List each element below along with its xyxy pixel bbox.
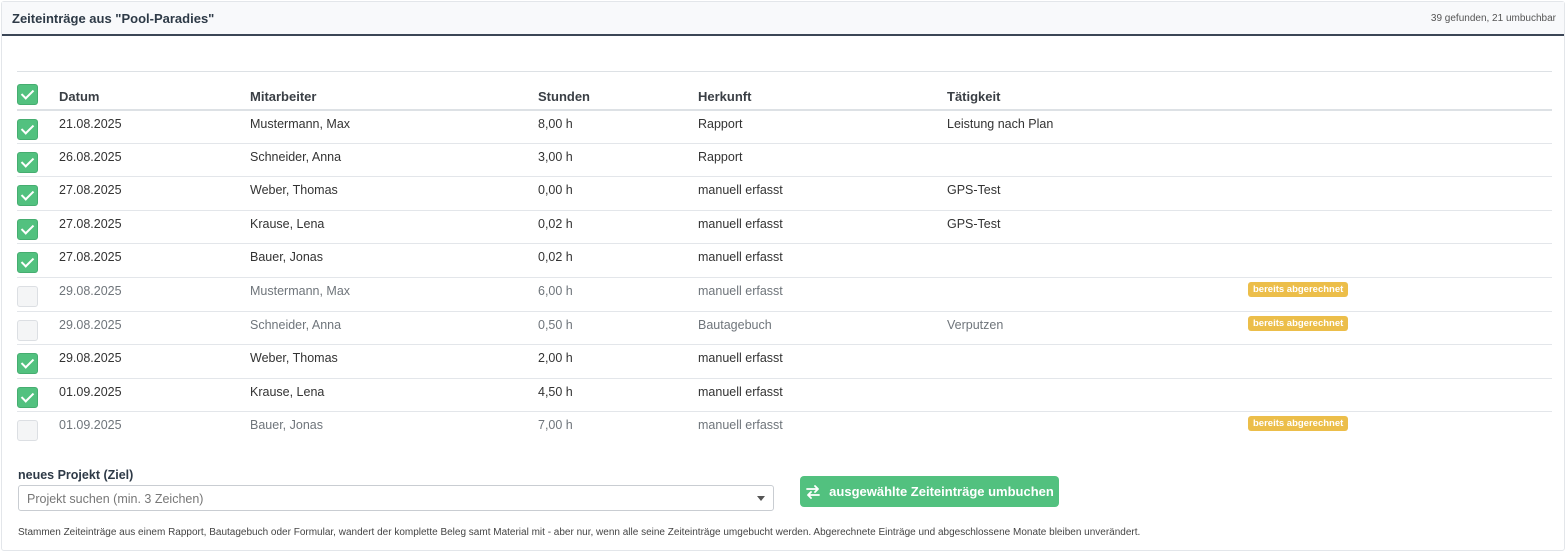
row-checkbox[interactable]	[17, 185, 38, 207]
cell-mitarbeiter: Bauer, Jonas	[250, 250, 323, 265]
table-row[interactable]: 29.08.2025 Mustermann, Max 6,00 h manuell e…	[17, 277, 1552, 312]
column-header-mitarbeiter[interactable]: Mitarbeiter	[250, 72, 538, 110]
cell-mitarbeiter: Schneider, Anna	[250, 149, 342, 164]
cell-stunden: 3,00 h	[538, 149, 573, 164]
row-checkbox	[17, 420, 38, 442]
cell-stunden: 7,00 h	[538, 418, 573, 433]
row-checkbox[interactable]	[17, 386, 38, 408]
column-header-herkunft[interactable]: Herkunft	[698, 72, 947, 110]
cell-datum: 29.08.2025	[59, 317, 122, 332]
cell-datum: 27.08.2025	[59, 216, 122, 231]
table-body: 21.08.2025 Mustermann, Max 8,00 h Rapport Le…	[17, 110, 1552, 446]
table-row[interactable]: 26.08.2025 Schneider, Anna 3,00 h Rapport	[17, 143, 1552, 177]
cell-herkunft: manuell erfasst	[698, 250, 783, 265]
cell-mitarbeiter: Weber, Thomas	[250, 351, 338, 366]
cell-mitarbeiter: Weber, Thomas	[250, 183, 338, 198]
cell-taetigkeit	[947, 378, 1248, 412]
row-checkbox[interactable]	[17, 118, 38, 140]
cell-herkunft: manuell erfasst	[698, 418, 783, 433]
cell-herkunft: manuell erfasst	[698, 283, 783, 298]
table-row[interactable]: 01.09.2025 Krause, Lena 4,50 h manuell erfa…	[17, 378, 1552, 412]
cell-taetigkeit	[947, 412, 1248, 446]
table-row[interactable]: 27.08.2025 Krause, Lena 0,02 h manuell erfa…	[17, 210, 1552, 244]
cell-mitarbeiter: Krause, Lena	[250, 384, 325, 399]
table-row[interactable]: 01.09.2025 Bauer, Jonas 7,00 h manuell erfa…	[17, 412, 1552, 446]
panel-title: Zeiteinträge aus "Pool-Paradies"	[12, 10, 215, 26]
cell-taetigkeit	[947, 345, 1248, 379]
column-header-datum[interactable]: Datum	[59, 72, 250, 110]
cell-datum: 27.08.2025	[59, 183, 122, 198]
cell-herkunft: manuell erfasst	[698, 384, 783, 399]
cell-stunden: 0,02 h	[538, 250, 573, 265]
row-checkbox[interactable]	[17, 218, 38, 240]
transfer-arrows-icon	[806, 484, 821, 499]
select-all-checkbox[interactable]	[17, 83, 38, 105]
cell-datum: 29.08.2025	[59, 283, 122, 298]
cell-mitarbeiter: Schneider, Anna	[250, 317, 342, 332]
cell-herkunft: Rapport	[698, 116, 743, 131]
cell-stunden: 2,00 h	[538, 351, 573, 366]
cell-herkunft: manuell erfasst	[698, 216, 783, 231]
status-badge: bereits abgerechnet	[1248, 315, 1349, 331]
cell-stunden: 0,00 h	[538, 183, 573, 198]
cell-taetigkeit	[947, 143, 1248, 177]
status-badge: bereits abgerechnet	[1248, 281, 1349, 297]
cell-datum: 21.08.2025	[59, 116, 122, 131]
cell-stunden: 8,00 h	[538, 116, 573, 131]
table-row[interactable]: 27.08.2025 Bauer, Jonas 0,02 h manuell erfa…	[17, 244, 1552, 278]
table-row[interactable]: 29.08.2025 Weber, Thomas 2,00 h manuell erf…	[17, 345, 1552, 379]
cell-herkunft: manuell erfasst	[698, 183, 783, 198]
project-search-placeholder: Projekt suchen (min. 3 Zeichen)	[27, 492, 204, 506]
time-entries-table: Datum Mitarbeiter Stunden Herkunft Tätig…	[17, 71, 1552, 445]
row-checkbox[interactable]	[17, 252, 38, 274]
rebook-button-label: ausgewählte Zeiteinträge umbuchen	[829, 484, 1054, 499]
cell-taetigkeit: GPS-Test	[947, 183, 1001, 198]
panel-header: Zeiteinträge aus "Pool-Paradies" 39 gefu…	[2, 2, 1564, 36]
cell-mitarbeiter: Bauer, Jonas	[250, 418, 323, 433]
cell-mitarbeiter: Krause, Lena	[250, 216, 325, 231]
cell-taetigkeit: GPS-Test	[947, 216, 1001, 231]
cell-taetigkeit: Leistung nach Plan	[947, 116, 1054, 131]
cell-taetigkeit: Verputzen	[947, 317, 1004, 332]
row-checkbox	[17, 285, 38, 307]
rebook-button[interactable]: ausgewählte Zeiteinträge umbuchen	[800, 476, 1059, 507]
row-checkbox[interactable]	[17, 353, 38, 375]
table-row[interactable]: 27.08.2025 Weber, Thomas 0,00 h manuell erf…	[17, 177, 1552, 211]
target-project-label: neues Projekt (Ziel)	[18, 468, 134, 482]
cell-herkunft: manuell erfasst	[698, 351, 783, 366]
chevron-down-icon[interactable]	[757, 496, 765, 501]
cell-datum: 01.09.2025	[59, 418, 122, 433]
cell-datum: 26.08.2025	[59, 149, 122, 164]
status-badge: bereits abgerechnet	[1248, 416, 1349, 432]
column-header-taetigkeit[interactable]: Tätigkeit	[947, 72, 1248, 110]
cell-stunden: 0,02 h	[538, 216, 573, 231]
cell-datum: 29.08.2025	[59, 351, 122, 366]
cell-herkunft: Bautagebuch	[698, 317, 772, 332]
column-header-stunden[interactable]: Stunden	[538, 72, 698, 110]
table-row[interactable]: 29.08.2025 Schneider, Anna 0,50 h Bautagebu…	[17, 311, 1552, 345]
row-checkbox	[17, 319, 38, 341]
cell-taetigkeit	[947, 244, 1248, 278]
row-checkbox[interactable]	[17, 151, 38, 173]
table-header-row: Datum Mitarbeiter Stunden Herkunft Tätig…	[17, 71, 1552, 110]
time-entries-table-wrap: Datum Mitarbeiter Stunden Herkunft Tätig…	[17, 71, 1552, 445]
result-count: 39 gefunden, 21 umbuchbar	[1430, 12, 1556, 24]
info-note: Stammen Zeiteinträge aus einem Rapport, …	[18, 527, 1141, 538]
cell-stunden: 0,50 h	[538, 317, 573, 332]
project-search-select[interactable]: Projekt suchen (min. 3 Zeichen)	[18, 485, 774, 511]
cell-stunden: 4,50 h	[538, 384, 573, 399]
cell-herkunft: Rapport	[698, 149, 743, 164]
cell-mitarbeiter: Mustermann, Max	[250, 116, 351, 131]
cell-datum: 27.08.2025	[59, 250, 122, 265]
table-row[interactable]: 21.08.2025 Mustermann, Max 8,00 h Rapport Le…	[17, 110, 1552, 144]
cell-mitarbeiter: Mustermann, Max	[250, 283, 351, 298]
cell-datum: 01.09.2025	[59, 384, 122, 399]
cell-taetigkeit	[947, 277, 1248, 311]
cell-stunden: 6,00 h	[538, 283, 573, 298]
time-entries-panel: Zeiteinträge aus "Pool-Paradies" 39 gefu…	[1, 1, 1565, 551]
